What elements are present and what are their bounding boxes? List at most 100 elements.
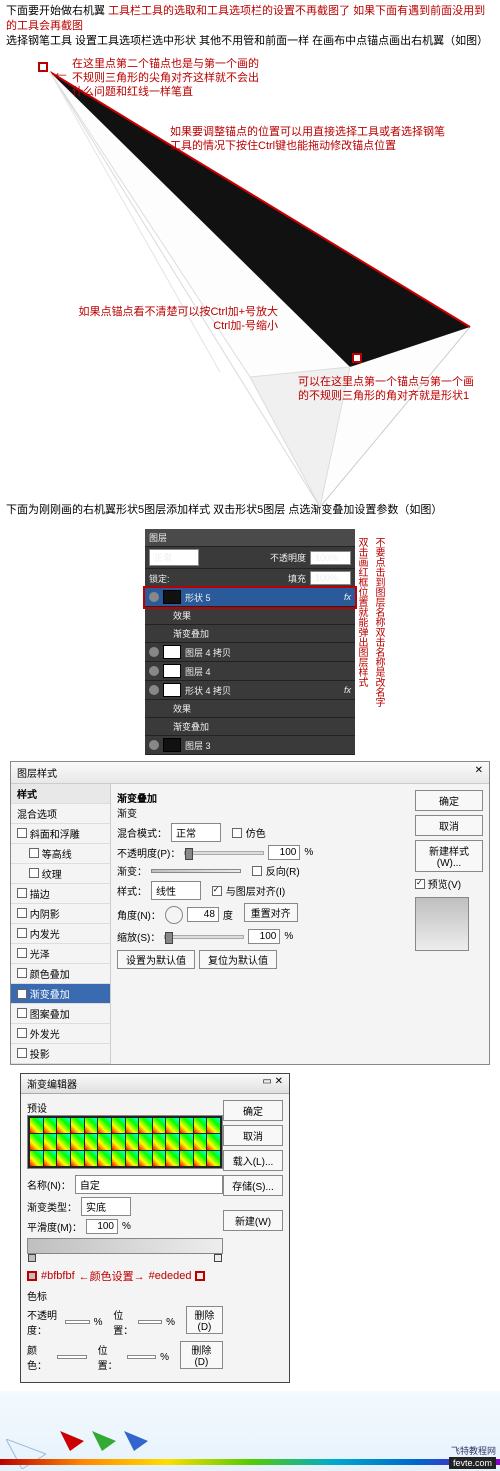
layer-row[interactable]: 图层 3 — [145, 736, 355, 755]
checkbox[interactable] — [29, 848, 39, 858]
color-stop-left[interactable] — [28, 1254, 36, 1262]
site-name: 飞特教程网 — [451, 1444, 496, 1457]
annotation-3a: 如果点锚点看不清楚可以按Ctrl加+号放大 — [78, 306, 278, 318]
ged-title: 渐变编辑器 — [27, 1076, 77, 1091]
layer-row-shape5[interactable]: 形状 5fx — [145, 588, 355, 607]
checkbox[interactable] — [17, 948, 27, 958]
blendmode-label: 混合模式： — [117, 825, 167, 840]
checkbox[interactable] — [17, 989, 27, 999]
layers-tab[interactable]: 图层 — [145, 529, 355, 547]
newstyle-button[interactable]: 新建样式(W)... — [415, 840, 483, 872]
pos-input2[interactable] — [127, 1355, 156, 1359]
smooth-input[interactable]: 100 — [86, 1219, 118, 1234]
annotation-2: 如果要调整锚点的位置可以用直接选择工具或者选择钢笔工具的情况下按住Ctrl键也能… — [170, 125, 450, 153]
visibility-icon[interactable] — [149, 647, 159, 657]
align-checkbox[interactable] — [212, 886, 222, 896]
pos-input[interactable] — [138, 1320, 162, 1324]
save-button[interactable]: 存储(S)... — [223, 1175, 283, 1196]
layer-row-gradient[interactable]: 渐变叠加 — [145, 718, 355, 736]
styles-header: 样式 — [11, 784, 110, 804]
delete-button2[interactable]: 删除(D) — [180, 1341, 223, 1369]
cancel-button[interactable]: 取消 — [223, 1125, 283, 1146]
load-button[interactable]: 载入(L)... — [223, 1150, 283, 1171]
preview-checkbox[interactable] — [415, 879, 425, 889]
style-item[interactable]: 内阴影 — [11, 904, 110, 924]
layer-row[interactable]: 图层 4 — [145, 662, 355, 681]
pct: % — [122, 1221, 131, 1232]
opacity-slider[interactable] — [184, 851, 264, 855]
fx-icon[interactable]: fx — [344, 685, 351, 695]
close-icon[interactable]: ▭ ✕ — [262, 1076, 283, 1091]
delete-button[interactable]: 删除(D) — [186, 1306, 223, 1334]
layers-panel: 图层 正常 不透明度 100% 锁定: 填充 100% 形状 5fx 效果 渐变… — [145, 529, 355, 755]
style-item[interactable]: 描边 — [11, 884, 110, 904]
blendmode-select[interactable]: 正常 — [171, 823, 221, 842]
ok-button[interactable]: 确定 — [415, 790, 483, 811]
style-item[interactable]: 颜色叠加 — [11, 964, 110, 984]
style-item[interactable]: 斜面和浮雕 — [11, 824, 110, 844]
stops-label: 色标 — [27, 1288, 223, 1303]
layer-name: 图层 4 拷贝 — [185, 646, 231, 659]
style-item[interactable]: 纹理 — [11, 864, 110, 884]
scale-slider[interactable] — [164, 935, 244, 939]
visibility-icon[interactable] — [149, 592, 159, 602]
checkbox[interactable] — [17, 888, 27, 898]
gradient-bar[interactable] — [27, 1238, 223, 1254]
layer-row[interactable]: 形状 4 拷贝fx — [145, 681, 355, 700]
name-input[interactable]: 自定 — [75, 1175, 223, 1194]
fill-value[interactable]: 100% — [310, 571, 351, 585]
checkbox[interactable] — [17, 908, 27, 918]
fx-icon[interactable]: fx — [344, 592, 351, 602]
checkbox[interactable] — [17, 1028, 27, 1038]
blendmode-select[interactable]: 正常 — [149, 549, 199, 566]
scale-label: 缩放(S)： — [117, 929, 160, 944]
layer-row-effects[interactable]: 效果 — [145, 700, 355, 718]
checkbox[interactable] — [29, 868, 39, 878]
layer-row[interactable]: 图层 4 拷贝 — [145, 643, 355, 662]
new-button[interactable]: 新建(W) — [223, 1210, 283, 1231]
preset-swatches[interactable] — [27, 1115, 223, 1169]
gradient-picker[interactable] — [151, 869, 241, 873]
color-picker[interactable] — [57, 1355, 87, 1359]
angle-dial[interactable] — [165, 906, 183, 924]
angle-input[interactable]: 48 — [187, 907, 219, 922]
checkbox[interactable] — [17, 828, 27, 838]
opacity-value[interactable]: 100% — [310, 551, 351, 565]
close-icon[interactable]: ✕ — [475, 765, 483, 780]
reset-align-button[interactable]: 重置对齐 — [244, 903, 298, 922]
visibility-icon[interactable] — [149, 666, 159, 676]
style-item[interactable]: 内发光 — [11, 924, 110, 944]
visibility-icon[interactable] — [149, 685, 159, 695]
checkbox[interactable] — [17, 1048, 27, 1058]
dither-checkbox[interactable] — [232, 828, 242, 838]
style-item[interactable]: 图案叠加 — [11, 1004, 110, 1024]
opacity-input[interactable]: 100 — [268, 845, 300, 860]
reverse-checkbox[interactable] — [252, 866, 262, 876]
opac-input[interactable] — [65, 1320, 89, 1324]
reset-default-button[interactable]: 复位为默认值 — [199, 950, 277, 969]
style-label: 颜色叠加 — [30, 970, 70, 981]
set-default-button[interactable]: 设置为默认值 — [117, 950, 195, 969]
color-stop-right[interactable] — [214, 1254, 222, 1262]
checkbox[interactable] — [17, 968, 27, 978]
checkbox[interactable] — [17, 1008, 27, 1018]
ok-button[interactable]: 确定 — [223, 1100, 283, 1121]
intro-2: 选择钢笔工具 设置工具选项栏选中形状 其他不用管和前面一样 在画布中点锚点画出右… — [6, 35, 488, 47]
hex-square-right — [195, 1271, 205, 1281]
style-item-gradient[interactable]: 渐变叠加 — [11, 984, 110, 1004]
scale-input[interactable]: 100 — [248, 929, 280, 944]
blend-options[interactable]: 混合选项 — [11, 804, 110, 824]
layer-row-effects[interactable]: 效果 — [145, 607, 355, 625]
mini-plane-green — [92, 1431, 116, 1451]
preview-label: 预览(V) — [428, 880, 461, 891]
style-item[interactable]: 外发光 — [11, 1024, 110, 1044]
layer-row-gradient[interactable]: 渐变叠加 — [145, 625, 355, 643]
style-item[interactable]: 等高线 — [11, 844, 110, 864]
style-item[interactable]: 投影 — [11, 1044, 110, 1064]
cancel-button[interactable]: 取消 — [415, 815, 483, 836]
checkbox[interactable] — [17, 928, 27, 938]
visibility-icon[interactable] — [149, 740, 159, 750]
type-select[interactable]: 实底 — [81, 1197, 131, 1216]
style-select[interactable]: 线性 — [151, 881, 201, 900]
style-item[interactable]: 光泽 — [11, 944, 110, 964]
